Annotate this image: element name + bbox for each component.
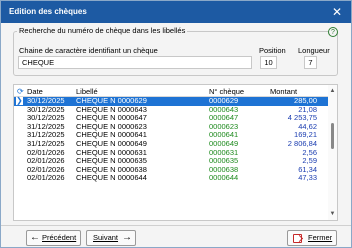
footer-divider [1,225,351,226]
column-cheque-number[interactable]: N° chèque [209,87,244,96]
row-date: 02/01/2026 [27,173,65,183]
scroll-down-icon[interactable]: ▼ [329,210,336,218]
previous-button[interactable]: ← Précédent [26,230,81,246]
arrow-right-icon: → [122,232,132,243]
cheques-table: ⟳ Date Libellé N° chèque Montant ❯ 30/12/… [13,84,338,221]
scroll-thumb[interactable] [331,123,334,149]
close-label: Fermer [308,233,333,242]
next-button[interactable]: Suivant → [86,230,136,246]
scroll-up-icon[interactable]: ▲ [329,87,336,95]
table-body: ❯ 30/12/2025 CHEQUE N 0000629 0000629 285,00… [14,96,328,183]
position-input[interactable]: 10 [260,56,277,69]
exit-icon [293,234,302,243]
next-label: Suivant [93,233,119,242]
close-button[interactable]: Fermer [287,230,337,246]
edit-cheques-dialog: Edition des chèques ✕ Recherche du numér… [0,0,352,248]
column-libelle[interactable]: Libellé [76,87,98,96]
previous-label: Précédent [42,233,77,242]
vertical-scrollbar[interactable]: ▲ ▼ [328,85,337,220]
help-icon[interactable]: ? [328,27,338,37]
table-row[interactable]: 02/01/2026 CHEQUE N 0000644 0000644 47,33 [14,174,328,183]
close-icon[interactable]: ✕ [329,4,345,20]
arrow-left-icon: ← [30,232,40,243]
row-cheque-number: 0000644 [209,173,239,183]
column-date[interactable]: Date [27,87,43,96]
length-label: Longueur [298,46,330,55]
search-string-input[interactable]: CHEQUE [18,56,252,69]
refresh-icon[interactable]: ⟳ [17,87,24,96]
search-string-label: Chaine de caractère identifiant un chèqu… [19,46,158,55]
length-input[interactable]: 7 [304,56,317,69]
row-libelle: CHEQUE N 0000644 [76,173,147,183]
column-montant[interactable]: Montant [270,87,297,96]
row-pointer-icon: ❯ [16,96,23,105]
title-bar: Edition des chèques ✕ [1,1,351,23]
row-montant: 47,33 [298,173,317,183]
search-group-title: Recherche du numéro de chèque dans les l… [17,26,188,35]
position-label: Position [259,46,286,55]
window-title: Edition des chèques [9,7,87,16]
